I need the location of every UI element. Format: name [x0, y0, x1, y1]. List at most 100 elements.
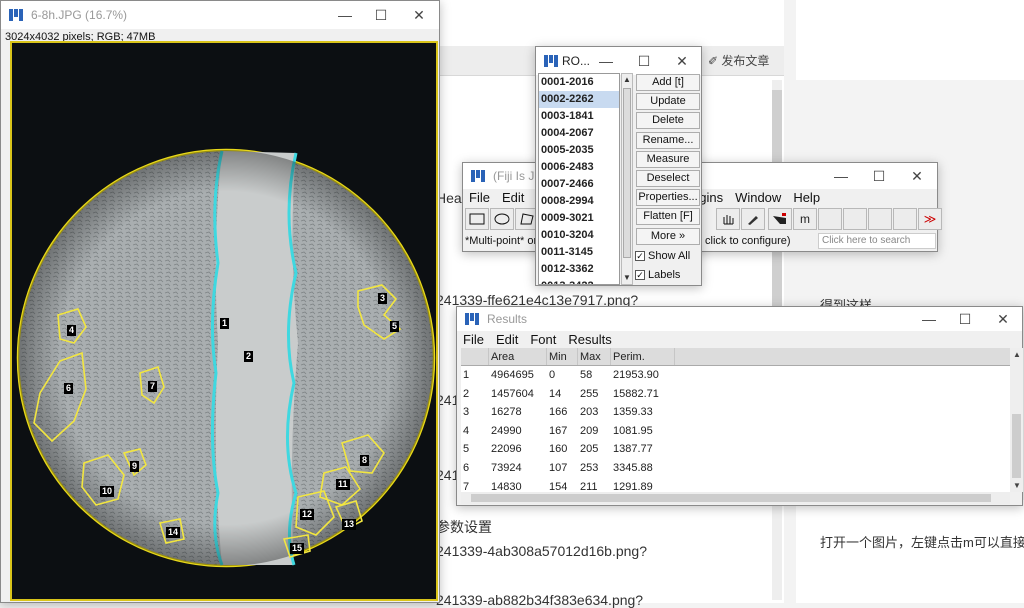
maximize-button[interactable]: ☐	[626, 47, 662, 75]
roi-number-label: 12	[300, 509, 315, 520]
results-vertical-scrollbar[interactable]: ▲ ▼	[1010, 348, 1023, 492]
results-table[interactable]: Area Min Max Perim. 1 4964695 0 58 21953…	[461, 348, 1010, 492]
column-header[interactable]	[461, 348, 489, 365]
empty-tool-slot[interactable]	[893, 208, 917, 230]
fiji-icon	[9, 9, 23, 21]
publish-article-link[interactable]: ✐ 发布文章	[708, 52, 769, 69]
table-row[interactable]: 2 1457604 14 255 15882.71	[461, 385, 1010, 404]
maximize-button[interactable]: ☐	[947, 307, 983, 331]
close-button[interactable]: ✕	[899, 163, 935, 191]
results-horizontal-scrollbar[interactable]	[461, 492, 1010, 504]
table-cell: 1081.95	[613, 424, 653, 437]
measure-tool[interactable]: m	[793, 208, 817, 230]
table-row[interactable]: 6 73924 107 253 3345.88	[461, 459, 1010, 478]
stack-icon	[773, 213, 786, 224]
table-row[interactable]: 1 4964695 0 58 21953.90	[461, 366, 1010, 385]
roi-list-item[interactable]: 0009-3021	[539, 210, 619, 227]
roi-list-item[interactable]: 0011-3145	[539, 244, 619, 261]
empty-tool-slot[interactable]	[868, 208, 892, 230]
flatten-button[interactable]: Flatten [F]	[636, 208, 700, 225]
menu-font[interactable]: Font	[524, 330, 562, 350]
scroll-thumb[interactable]	[1012, 414, 1021, 478]
menu-file[interactable]: File	[457, 330, 490, 350]
update-button[interactable]: Update	[636, 93, 700, 110]
close-button[interactable]: ✕	[401, 1, 437, 29]
minimize-button[interactable]: —	[588, 47, 624, 75]
roi-number-label: 11	[336, 479, 350, 490]
column-header-perim[interactable]: Perim.	[611, 348, 675, 365]
menu-results[interactable]: Results	[562, 330, 617, 350]
color-picker-tool[interactable]	[741, 208, 765, 230]
maximize-button[interactable]: ☐	[861, 163, 897, 191]
roi-list[interactable]: 0001-2016 0002-2262 0003-1841 0004-2067 …	[538, 73, 620, 285]
right-panel-card	[796, 500, 1024, 603]
column-header-area[interactable]: Area	[489, 348, 547, 365]
scroll-up-arrow-icon[interactable]: ▲	[622, 74, 632, 86]
table-cell: 255	[580, 387, 599, 400]
rectangle-icon	[469, 213, 485, 225]
roi-list-item[interactable]: 0006-2483	[539, 159, 619, 176]
image-canvas[interactable]: 1 2 3 4 5 6 7 8 9 10 11 12 13 14 15	[10, 41, 438, 601]
roi-list-item[interactable]: 0013-3422	[539, 278, 619, 284]
column-header-max[interactable]: Max	[578, 348, 611, 365]
add-button[interactable]: Add [t]	[636, 74, 700, 91]
search-input[interactable]: Click here to search	[818, 233, 936, 249]
table-row[interactable]: 4 24990 167 209 1081.95	[461, 422, 1010, 441]
scroll-thumb[interactable]	[471, 494, 991, 502]
rename-button[interactable]: Rename...	[636, 132, 700, 149]
measure-button[interactable]: Measure	[636, 151, 700, 168]
table-row[interactable]: 7 14830 154 211 1291.89	[461, 478, 1010, 492]
table-row[interactable]: 3 16278 166 203 1359.33	[461, 403, 1010, 422]
table-cell: 16278	[491, 406, 522, 419]
oval-tool[interactable]	[490, 208, 514, 230]
menu-window[interactable]: Window	[729, 188, 787, 208]
roi-list-item[interactable]: 0001-2016	[539, 74, 619, 91]
roi-list-item[interactable]: 0010-3204	[539, 227, 619, 244]
scroll-thumb[interactable]	[623, 88, 631, 258]
hand-tool[interactable]	[716, 208, 740, 230]
menu-file[interactable]: File	[463, 188, 496, 208]
roi-list-item[interactable]: 0005-2035	[539, 142, 619, 159]
menu-edit[interactable]: Edit	[496, 188, 530, 208]
table-cell: 205	[580, 443, 599, 456]
scroll-down-arrow-icon[interactable]: ▼	[622, 272, 632, 284]
labels-checkbox[interactable]: ✓ Labels	[635, 269, 680, 281]
scroll-down-arrow-icon[interactable]: ▼	[1013, 481, 1021, 490]
delete-button[interactable]: Delete	[636, 112, 700, 129]
minimize-button[interactable]: —	[911, 307, 947, 331]
roi-list-item[interactable]: 0004-2067	[539, 125, 619, 142]
deselect-button[interactable]: Deselect	[636, 170, 700, 187]
table-cell: 14830	[491, 480, 522, 492]
roi-list-item[interactable]: 0012-3362	[539, 261, 619, 278]
scroll-up-arrow-icon[interactable]: ▲	[1013, 350, 1021, 359]
image-window: 6-8h.JPG (16.7%) — ☐ ✕ 3024x4032 pixels;…	[0, 0, 440, 603]
roi-list-item-selected[interactable]: 0002-2262	[539, 91, 619, 108]
maximize-button[interactable]: ☐	[363, 1, 399, 29]
results-menubar: File Edit Font Results	[457, 330, 618, 350]
right-panel-text: 打开一个图片，左键点击m可以直接	[820, 535, 1024, 550]
more-button[interactable]: More »	[636, 228, 700, 245]
close-button[interactable]: ✕	[664, 47, 700, 75]
roi-list-scrollbar[interactable]: ▲ ▼	[621, 73, 633, 285]
roi-list-item[interactable]: 0007-2466	[539, 176, 619, 193]
show-all-checkbox[interactable]: ✓ Show All	[635, 250, 690, 262]
table-row[interactable]: 5 22096 160 205 1387.77	[461, 440, 1010, 459]
table-cell: 1359.33	[613, 406, 653, 419]
menu-edit[interactable]: Edit	[490, 330, 524, 350]
more-tools-button[interactable]: ≫	[918, 208, 942, 230]
close-button[interactable]: ✕	[985, 307, 1021, 331]
fiji-icon	[544, 55, 558, 67]
table-cell: 1457604	[491, 387, 534, 400]
empty-tool-slot[interactable]	[843, 208, 867, 230]
stacks-tool[interactable]	[768, 208, 792, 230]
roi-list-item[interactable]: 0008-2994	[539, 193, 619, 210]
minimize-button[interactable]: —	[327, 1, 363, 29]
menu-help[interactable]: Help	[787, 188, 826, 208]
empty-tool-slot[interactable]	[818, 208, 842, 230]
roi-number-label: 4	[67, 325, 77, 336]
roi-list-item[interactable]: 0003-1841	[539, 108, 619, 125]
minimize-button[interactable]: —	[823, 163, 859, 191]
properties-button[interactable]: Properties...	[636, 189, 700, 206]
column-header-min[interactable]: Min	[547, 348, 578, 365]
rectangle-tool[interactable]	[465, 208, 489, 230]
